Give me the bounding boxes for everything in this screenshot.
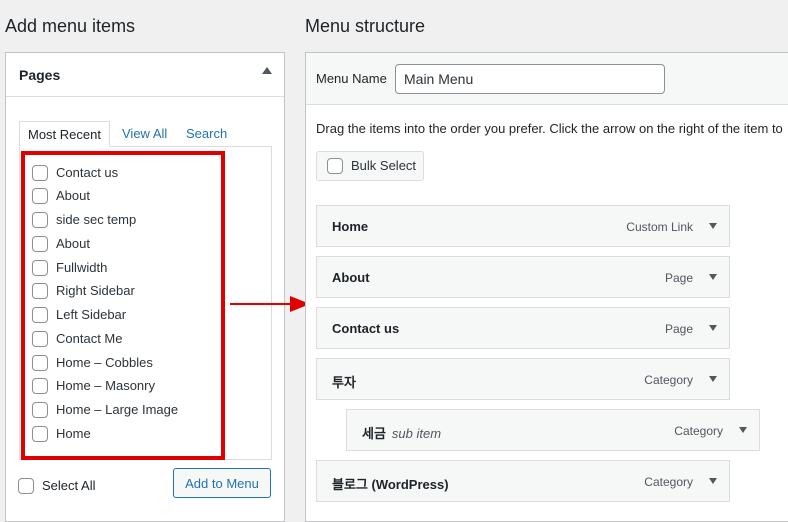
list-item[interactable]: Fullwidth bbox=[32, 258, 107, 278]
list-item[interactable]: Home bbox=[32, 424, 91, 444]
list-item[interactable]: About bbox=[32, 186, 90, 206]
drag-instructions: Drag the items into the order you prefer… bbox=[316, 121, 783, 136]
page-checkbox[interactable] bbox=[32, 377, 48, 394]
list-item[interactable]: Home – Cobbles bbox=[32, 353, 153, 373]
list-item[interactable]: Contact us bbox=[32, 163, 118, 183]
menu-item-type: Custom Link bbox=[626, 220, 693, 234]
page-checkbox[interactable] bbox=[32, 187, 48, 204]
chevron-down-icon[interactable] bbox=[709, 274, 717, 280]
add-to-menu-button[interactable]: Add to Menu bbox=[173, 468, 271, 498]
page-label: Contact us bbox=[56, 165, 119, 180]
menu-item-title: Contact us bbox=[332, 321, 400, 336]
sub-item-label: sub item bbox=[391, 426, 442, 441]
collapse-arrow-icon[interactable] bbox=[262, 67, 272, 74]
pages-panel-title: Pages bbox=[19, 67, 61, 83]
menu-item-title: 블로그 (WordPress) bbox=[332, 477, 449, 492]
menu-item-title: About bbox=[332, 270, 370, 285]
pages-panel-header[interactable]: Pages bbox=[6, 53, 284, 97]
chevron-down-icon[interactable] bbox=[709, 376, 717, 382]
menu-item-type: Category bbox=[674, 424, 723, 438]
menu-item-title: 투자 bbox=[332, 375, 356, 390]
menu-structure-heading: Menu structure bbox=[305, 16, 426, 36]
page-checkbox[interactable] bbox=[32, 425, 48, 442]
select-all-label: Select All bbox=[42, 478, 96, 493]
menu-structure-panel: Menu Name Drag the items into the order … bbox=[305, 52, 788, 522]
page-checkbox[interactable] bbox=[32, 259, 48, 276]
menu-item-type: Page bbox=[664, 271, 693, 285]
menu-item-about[interactable]: About Page bbox=[316, 256, 730, 298]
menu-item-home[interactable]: Home Custom Link bbox=[316, 205, 730, 247]
menu-item-title: 세금 bbox=[362, 426, 386, 441]
menu-item-type: Category bbox=[644, 475, 693, 489]
page-label: side sec temp bbox=[56, 212, 137, 227]
page-label: About bbox=[56, 236, 90, 251]
page-checkbox[interactable] bbox=[32, 330, 48, 347]
bulk-select-button[interactable]: Bulk Select bbox=[316, 151, 424, 181]
chevron-down-icon[interactable] bbox=[709, 478, 717, 484]
tab-most-recent[interactable]: Most Recent bbox=[19, 121, 110, 147]
page-label: About bbox=[56, 188, 90, 203]
list-item[interactable]: About bbox=[32, 234, 90, 254]
page-label: Contact Me bbox=[56, 331, 123, 346]
select-all-control[interactable]: Select All bbox=[18, 476, 95, 496]
bulk-select-label: Bulk Select bbox=[351, 158, 417, 173]
page-checkbox[interactable] bbox=[32, 164, 48, 181]
tab-view-all[interactable]: View All bbox=[114, 121, 175, 147]
menu-item-blog[interactable]: 블로그 (WordPress) Category bbox=[316, 460, 730, 502]
menu-item-contact-us[interactable]: Contact us Page bbox=[316, 307, 730, 349]
page-label: Fullwidth bbox=[56, 260, 108, 275]
list-item[interactable]: Right Sidebar bbox=[32, 281, 135, 301]
menu-item-title-group: 세금 sub item bbox=[362, 423, 441, 442]
list-item[interactable]: Home – Large Image bbox=[32, 400, 178, 420]
page-checkbox[interactable] bbox=[32, 401, 48, 418]
page-checkbox[interactable] bbox=[32, 211, 48, 228]
menu-name-label: Menu Name bbox=[316, 71, 387, 86]
chevron-down-icon[interactable] bbox=[709, 325, 717, 331]
menu-item-investment[interactable]: 투자 Category bbox=[316, 358, 730, 400]
page-checkbox[interactable] bbox=[32, 282, 48, 299]
page-label: Home – Cobbles bbox=[56, 355, 153, 370]
list-item[interactable]: Home – Masonry bbox=[32, 376, 155, 396]
page-label: Right Sidebar bbox=[56, 283, 135, 298]
page-checkbox[interactable] bbox=[32, 354, 48, 371]
page-checkbox[interactable] bbox=[32, 235, 48, 252]
page-label: Home bbox=[56, 426, 91, 441]
pages-tabs: Most Recent View All Search bbox=[19, 121, 274, 147]
menu-name-bar: Menu Name bbox=[306, 53, 788, 105]
select-all-checkbox[interactable] bbox=[18, 477, 34, 494]
menu-item-title: Home bbox=[332, 219, 369, 234]
menu-name-input[interactable] bbox=[395, 64, 665, 94]
chevron-down-icon[interactable] bbox=[739, 427, 747, 433]
tab-search[interactable]: Search bbox=[178, 121, 235, 147]
add-menu-items-heading: Add menu items bbox=[5, 16, 136, 36]
page-label: Home – Large Image bbox=[56, 402, 179, 417]
pages-panel: Pages Most Recent View All Search Contac… bbox=[5, 52, 285, 522]
list-item[interactable]: Left Sidebar bbox=[32, 305, 126, 325]
page-checkbox[interactable] bbox=[32, 306, 48, 323]
bulk-select-checkbox[interactable] bbox=[327, 157, 343, 174]
chevron-down-icon[interactable] bbox=[709, 223, 717, 229]
list-item[interactable]: Contact Me bbox=[32, 329, 122, 349]
page-label: Left Sidebar bbox=[56, 307, 127, 322]
menu-item-type: Page bbox=[664, 322, 693, 336]
menu-item-tax-sub[interactable]: 세금 sub item Category bbox=[346, 409, 760, 451]
menu-item-type: Category bbox=[644, 373, 693, 387]
list-item[interactable]: side sec temp bbox=[32, 210, 136, 230]
page-label: Home – Masonry bbox=[56, 378, 155, 393]
red-arrow-icon bbox=[230, 296, 310, 312]
